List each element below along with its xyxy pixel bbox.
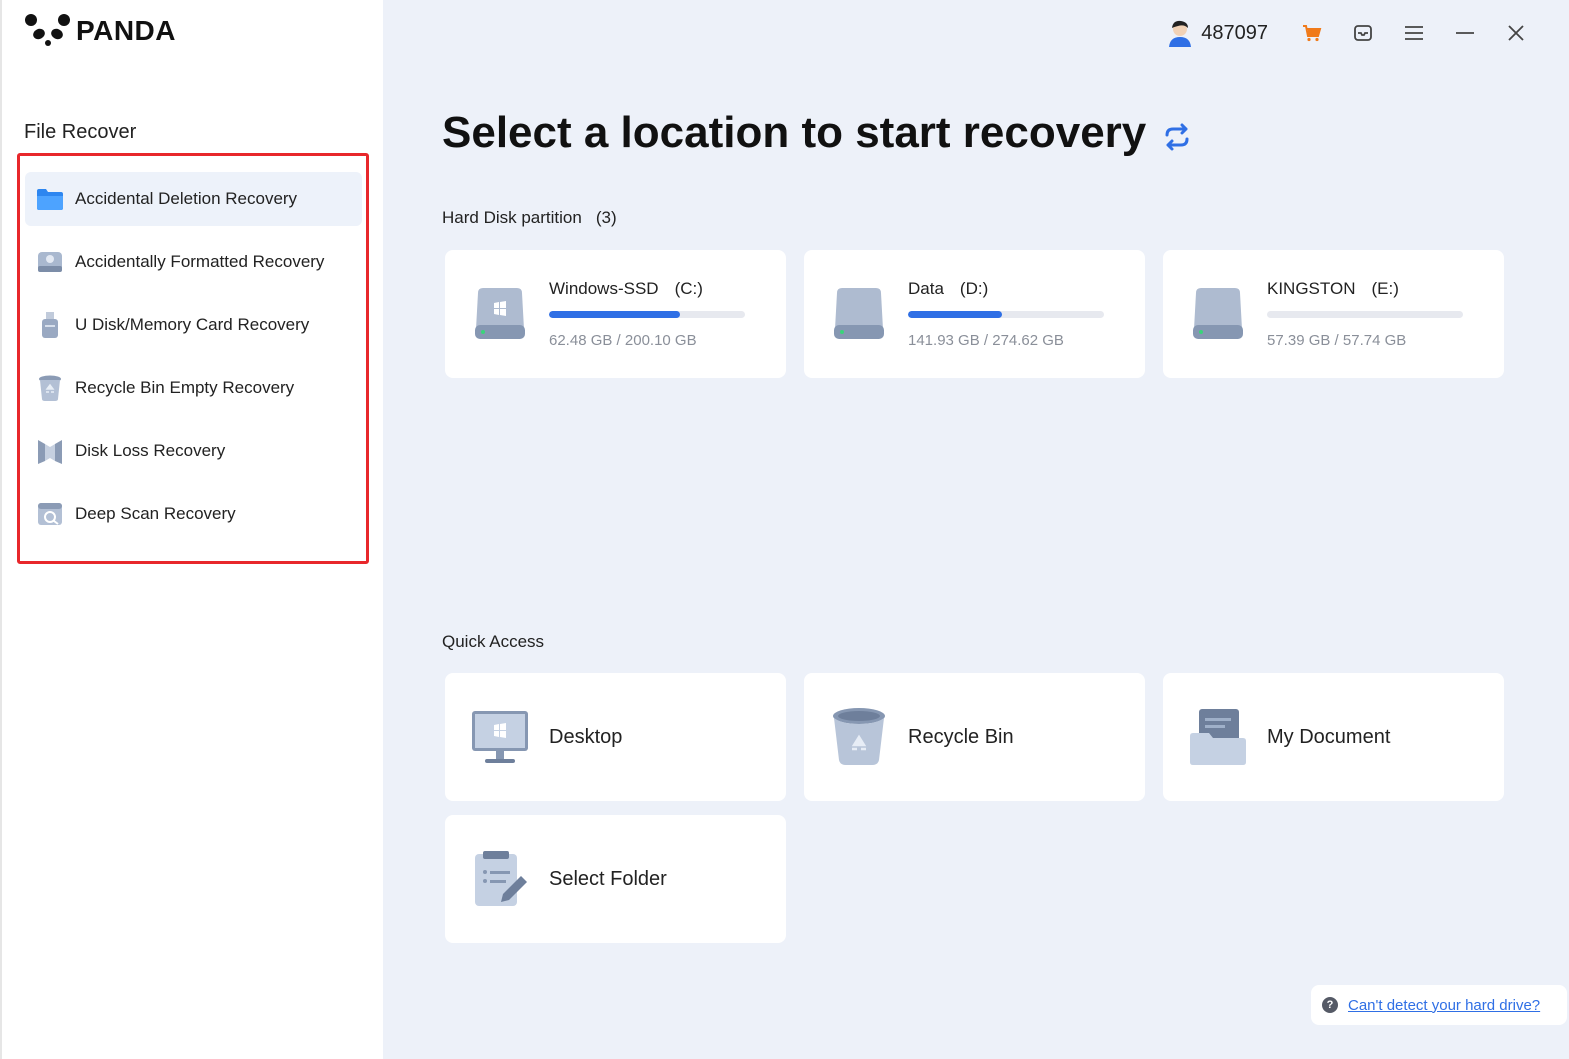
page-title: Select a location to start recovery: [442, 108, 1192, 158]
folder-icon: [35, 184, 65, 214]
drive-card-e[interactable]: KINGSTON (E:) 57.39 GB / 57.74 GB: [1163, 250, 1504, 378]
title-bar: 487097: [1167, 14, 1541, 52]
drive-name: KINGSTON: [1267, 279, 1356, 298]
disk-loss-icon: [35, 436, 65, 466]
menu-item-label: Accidentally Formatted Recovery: [75, 252, 325, 271]
hard-drive-icon: [1188, 284, 1248, 344]
hard-drive-icon: [829, 284, 889, 344]
drive-name: Data: [908, 279, 944, 298]
quick-access-item-label: Desktop: [549, 725, 623, 748]
logo-text: PANDA: [76, 15, 176, 46]
menu-item-accidental-deletion[interactable]: Accidental Deletion Recovery: [25, 172, 362, 226]
help-link[interactable]: Can't detect your hard drive?: [1348, 997, 1540, 1014]
drive-card-d[interactable]: Data (D:) 141.93 GB / 274.62 GB: [804, 250, 1145, 378]
sidebar: PANDA File Recover Accidental Deletion R…: [0, 0, 383, 1059]
section-title: File Recover: [24, 121, 137, 143]
desktop-monitor-icon: [470, 707, 530, 767]
menu-item-formatted[interactable]: Accidentally Formatted Recovery: [25, 235, 362, 289]
quick-access-item-label: Select Folder: [549, 867, 667, 890]
app-logo: PANDA: [24, 12, 176, 50]
refresh-icon: [1165, 123, 1189, 151]
inbox-icon: [1353, 25, 1372, 41]
drive-usage-bar: [1267, 311, 1463, 318]
quick-access-my-document[interactable]: My Document: [1163, 673, 1504, 801]
quick-access-item-label: My Document: [1267, 725, 1391, 748]
menu-item-recycle-bin[interactable]: Recycle Bin Empty Recovery: [25, 361, 362, 415]
usb-drive-icon: [35, 310, 65, 340]
menu-item-disk-loss[interactable]: Disk Loss Recovery: [25, 424, 362, 478]
menu-item-label: Accidental Deletion Recovery: [75, 189, 298, 208]
drive-letter: (C:): [674, 279, 703, 298]
refresh-button[interactable]: [1162, 122, 1192, 152]
menu-item-label: Deep Scan Recovery: [75, 504, 236, 523]
drive-usage-fill: [549, 311, 681, 318]
drive-size: 141.93 GB / 274.62 GB: [908, 332, 1064, 349]
drive-usage-bar: [908, 311, 1104, 318]
close-icon: [1507, 25, 1524, 41]
menu-item-label: Recycle Bin Empty Recovery: [75, 378, 295, 397]
drive-card-c[interactable]: Windows-SSD (C:) 62.48 GB / 200.10 GB: [445, 250, 786, 378]
user-id: 487097: [1201, 21, 1268, 44]
recovery-menu: Accidental Deletion Recovery Accidentall…: [25, 172, 362, 550]
menu-item-deep-scan[interactable]: Deep Scan Recovery: [25, 487, 362, 541]
recycle-bin-icon: [829, 707, 889, 767]
drive-size: 57.39 GB / 57.74 GB: [1267, 332, 1407, 349]
drive-size: 62.48 GB / 200.10 GB: [549, 332, 697, 349]
drive-usage-fill: [908, 311, 1003, 318]
drive-letter: (D:): [959, 279, 989, 298]
formatted-disk-icon: [35, 247, 65, 277]
drive-name: Windows-SSD: [549, 279, 659, 298]
partition-label: Hard Disk partition: [442, 208, 582, 227]
close-button[interactable]: [1490, 14, 1541, 52]
quick-access-select-folder[interactable]: Select Folder: [445, 815, 786, 943]
minimize-button[interactable]: [1439, 14, 1490, 52]
hard-drive-help[interactable]: ? Can't detect your hard drive?: [1311, 985, 1567, 1025]
menu-item-label: U Disk/Memory Card Recovery: [75, 315, 310, 334]
document-folder-icon: [1188, 707, 1248, 767]
menu-item-usb[interactable]: U Disk/Memory Card Recovery: [25, 298, 362, 352]
drive-letter: (E:): [1371, 279, 1399, 298]
drive-usage-bar: [549, 311, 745, 318]
quick-access-desktop[interactable]: Desktop: [445, 673, 786, 801]
quick-access-recycle-bin[interactable]: Recycle Bin: [804, 673, 1145, 801]
quick-access-item-label: Recycle Bin: [908, 725, 1014, 748]
quick-access-label: Quick Access: [442, 632, 545, 651]
question-icon: ?: [1322, 997, 1338, 1013]
message-button[interactable]: [1337, 14, 1388, 52]
recycle-bin-icon: [35, 373, 65, 403]
minimize-icon: [1455, 32, 1474, 34]
clipboard-edit-icon: [470, 849, 530, 909]
user-account[interactable]: 487097: [1167, 19, 1268, 47]
deep-scan-icon: [35, 499, 65, 529]
page-title-text: Select a location to start recovery: [442, 108, 1147, 157]
partition-section-label: Hard Disk partition (3): [442, 208, 617, 228]
hamburger-menu-icon: [1404, 26, 1423, 40]
windows-drive-icon: [470, 284, 530, 344]
panda-logo-icon: [25, 14, 70, 46]
shopping-cart-icon: [1302, 25, 1321, 42]
menu-button[interactable]: [1388, 14, 1439, 52]
cart-button[interactable]: [1286, 14, 1337, 52]
avatar-icon: [1169, 20, 1192, 47]
menu-item-label: Disk Loss Recovery: [75, 441, 226, 460]
partition-count: (3): [595, 208, 617, 227]
